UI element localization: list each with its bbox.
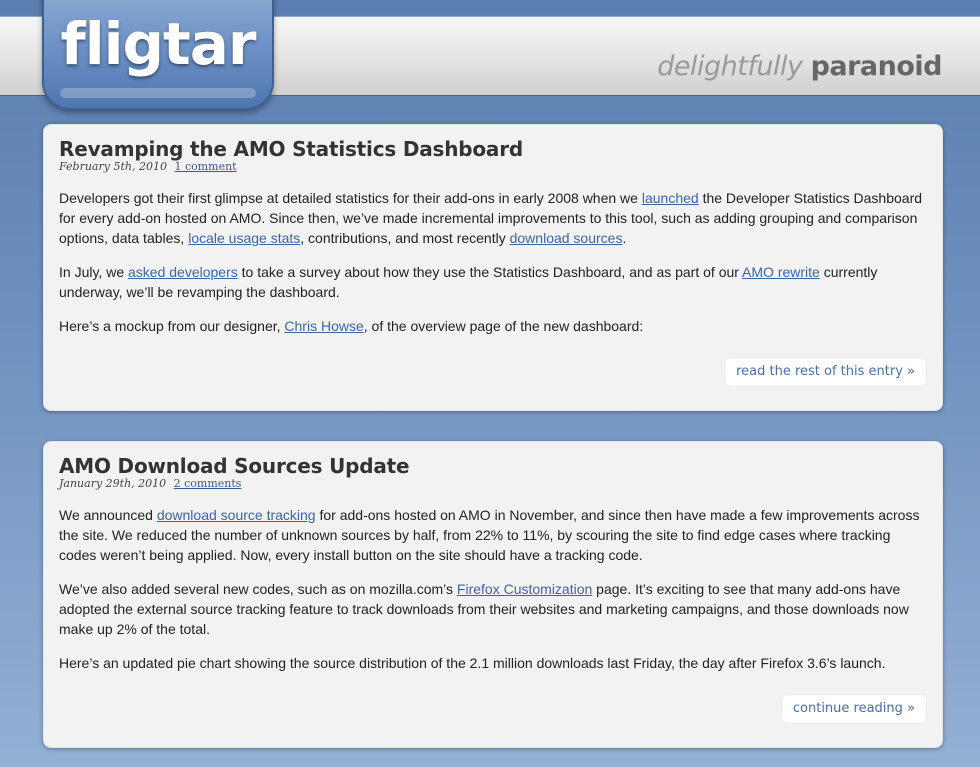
site-tagline: delightfully paranoid	[657, 51, 942, 82]
chris-howse-link[interactable]: Chris Howse	[284, 318, 363, 334]
post-date: February 5th, 2010	[59, 160, 167, 173]
paragraph-text: In July, we	[59, 264, 128, 280]
paragraph-text: We announced	[59, 507, 157, 523]
paragraph-text: Here’s an updated pie chart showing the …	[59, 655, 886, 671]
post-date: January 29th, 2010	[59, 477, 167, 490]
download-sources-link[interactable]: download sources	[510, 230, 623, 246]
logo-text: fligtar	[60, 10, 257, 78]
post-meta: January 29th, 2010 2 comments	[59, 477, 926, 491]
locale-usage-stats-link[interactable]: locale usage stats	[188, 230, 300, 246]
site-logo[interactable]: fligtar	[42, 0, 274, 110]
paragraph-text: to take a survey about how they use the …	[237, 264, 743, 280]
tagline-light: delightfully	[657, 51, 803, 82]
read-more-button[interactable]: read the rest of this entry »	[725, 358, 926, 386]
post-paragraph: In July, we asked developers to take a s…	[59, 262, 926, 302]
asked-developers-link[interactable]: asked developers	[128, 264, 238, 280]
post-paragraph: Here’s a mockup from our designer, Chris…	[59, 316, 926, 336]
post-paragraph: Developers got their first glimpse at de…	[59, 188, 926, 248]
firefox-customization-link[interactable]: Firefox Customization	[457, 581, 592, 597]
paragraph-text: .	[622, 230, 627, 246]
logo-shine	[60, 88, 256, 98]
blog-post: Revamping the AMO Statistics Dashboard F…	[43, 124, 943, 411]
tagline-bold: paranoid	[810, 51, 943, 82]
amo-rewrite-link[interactable]: AMO rewrite	[742, 264, 820, 280]
paragraph-text: , of the overview page of the new dashbo…	[363, 318, 644, 334]
paragraph-text: We’ve also added several new codes, such…	[59, 581, 457, 597]
paragraph-text: Developers got their first glimpse at de…	[59, 190, 642, 206]
comments-link[interactable]: 1 comment	[174, 160, 236, 173]
paragraph-text: Here’s a mockup from our designer,	[59, 318, 285, 334]
continue-reading-button[interactable]: continue reading »	[781, 695, 926, 723]
launched-link[interactable]: launched	[642, 190, 699, 206]
blog-post: AMO Download Sources Update January 29th…	[43, 441, 943, 748]
post-body: We announced download source tracking fo…	[59, 505, 926, 673]
comments-link[interactable]: 2 comments	[174, 477, 242, 490]
post-paragraph: Here’s an updated pie chart showing the …	[59, 653, 926, 673]
post-paragraph: We’ve also added several new codes, such…	[59, 579, 926, 639]
paragraph-text: , contributions, and most recently	[300, 230, 510, 246]
download-source-tracking-link[interactable]: download source tracking	[157, 507, 316, 523]
post-paragraph: We announced download source tracking fo…	[59, 505, 926, 565]
post-body: Developers got their first glimpse at de…	[59, 188, 926, 336]
